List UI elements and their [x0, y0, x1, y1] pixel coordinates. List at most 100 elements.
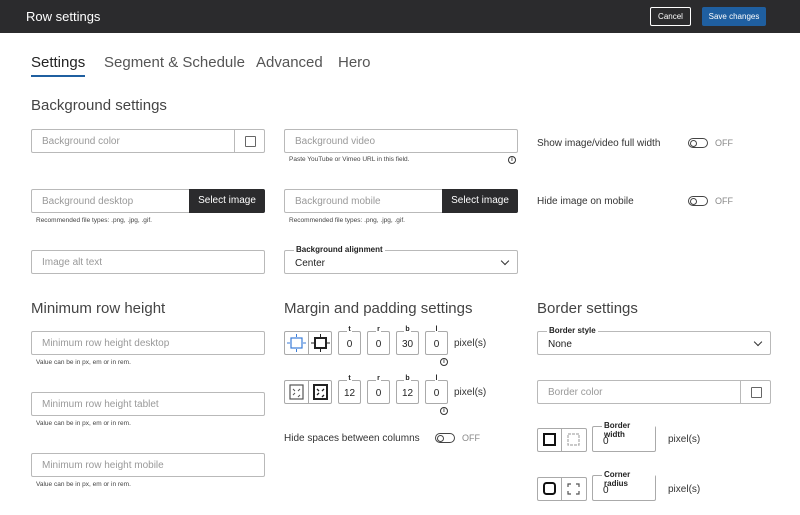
hide-mobile-toggle[interactable] — [688, 196, 708, 206]
hide-spaces-state: OFF — [462, 433, 480, 443]
select-image-mobile-button[interactable]: Select image — [442, 189, 518, 213]
margin-top-value: 0 — [346, 339, 353, 350]
padding-top-label: t — [347, 375, 352, 382]
padding-mode-toggle[interactable] — [284, 380, 332, 404]
background-video-help: Paste YouTube or Vimeo URL in this field… — [289, 156, 410, 163]
cancel-button[interactable]: Cancel — [650, 7, 691, 26]
border-settings-heading: Border settings — [537, 300, 638, 317]
margin-top-label: t — [347, 326, 352, 333]
min-height-tablet-field[interactable]: Minimum row height tablet — [31, 392, 265, 416]
select-image-desktop-button[interactable]: Select image — [189, 189, 265, 213]
min-height-tablet-placeholder: Minimum row height tablet — [42, 399, 159, 410]
background-mobile-help: Recommended file types: .png, .jpg, .gif… — [289, 217, 405, 224]
margin-unit: pixel(s) — [454, 338, 487, 349]
padding-left-value: 0 — [433, 388, 440, 399]
margin-right-input[interactable]: r0 — [367, 326, 390, 355]
full-width-label: Show image/video full width — [537, 138, 661, 149]
background-desktop-field[interactable]: Background desktop Select image — [31, 189, 265, 213]
min-height-mobile-field[interactable]: Minimum row height mobile — [31, 453, 265, 477]
background-mobile-field[interactable]: Background mobile Select image — [284, 189, 518, 213]
top-bar: Row settings Cancel Save changes — [0, 0, 800, 33]
margin-mode-toggle[interactable] — [284, 331, 332, 355]
background-video-field[interactable]: Background video — [284, 129, 518, 153]
min-height-mobile-placeholder: Minimum row height mobile — [42, 460, 164, 471]
corner-individual-icon[interactable] — [561, 478, 584, 500]
min-height-desktop-help: Value can be in px, em or in rem. — [36, 359, 131, 366]
border-style-select[interactable]: Border style None — [537, 326, 771, 355]
padding-bottom-input[interactable]: b 12 — [396, 375, 419, 404]
background-mobile-placeholder: Background mobile — [295, 196, 381, 207]
background-alignment-value: Center — [295, 258, 326, 269]
color-swatch-icon[interactable] — [740, 381, 770, 403]
border-width-input[interactable]: Border width 0 — [592, 421, 656, 452]
border-color-placeholder: Border color — [548, 387, 603, 398]
tab-hero[interactable]: Hero — [338, 54, 371, 71]
corner-radius-value: 0 — [603, 485, 609, 496]
corner-radius-label: Corner radius — [602, 470, 655, 488]
min-height-mobile-help: Value can be in px, em or in rem. — [36, 481, 131, 488]
background-desktop-help: Recommended file types: .png, .jpg, .gif… — [36, 217, 152, 224]
tab-advanced[interactable]: Advanced — [256, 54, 323, 71]
chevron-down-icon — [500, 256, 510, 266]
margin-outer-icon[interactable] — [285, 332, 308, 354]
info-icon[interactable]: i — [508, 156, 516, 164]
margin-bottom-label: b — [404, 326, 411, 333]
margin-left-input[interactable]: l0 — [425, 326, 448, 355]
tab-segment-schedule[interactable]: Segment & Schedule — [104, 54, 245, 71]
full-width-toggle[interactable] — [688, 138, 708, 148]
background-settings-heading: Background settings — [31, 97, 167, 114]
hide-mobile-state: OFF — [715, 196, 733, 206]
corner-radius-unit: pixel(s) — [668, 484, 701, 495]
margin-padding-heading: Margin and padding settings — [284, 300, 473, 317]
padding-unit: pixel(s) — [454, 387, 487, 398]
margin-right-label: r — [376, 326, 381, 333]
border-width-unit: pixel(s) — [668, 434, 701, 445]
padding-right-value: 0 — [375, 388, 382, 399]
margin-bottom-value: 30 — [401, 339, 414, 350]
tab-settings[interactable]: Settings — [31, 54, 85, 71]
border-all-icon[interactable] — [538, 429, 561, 451]
border-width-value: 0 — [603, 436, 609, 447]
dialog-title: Row settings — [26, 9, 101, 24]
padding-left-label: l — [434, 375, 439, 382]
image-alt-placeholder: Image alt text — [42, 257, 103, 268]
min-height-tablet-help: Value can be in px, em or in rem. — [36, 420, 131, 427]
info-icon[interactable]: i — [440, 407, 448, 415]
background-desktop-placeholder: Background desktop — [42, 196, 134, 207]
margin-left-label: l — [434, 326, 439, 333]
padding-top-value: 12 — [343, 388, 356, 399]
padding-right-input[interactable]: r0 — [367, 375, 390, 404]
corner-radius-mode-toggle[interactable] — [537, 477, 587, 501]
background-alignment-select[interactable]: Background alignment Center — [284, 245, 518, 274]
image-alt-field[interactable]: Image alt text — [31, 250, 265, 274]
border-color-field[interactable]: Border color — [537, 380, 771, 404]
corner-radius-input[interactable]: Corner radius 0 — [592, 470, 656, 501]
save-changes-button[interactable]: Save changes — [702, 7, 766, 26]
padding-left-input[interactable]: l0 — [425, 375, 448, 404]
corner-rounded-icon[interactable] — [538, 478, 561, 500]
padding-outer-icon[interactable] — [285, 381, 308, 403]
margin-inner-icon[interactable] — [308, 332, 331, 354]
hide-mobile-label: Hide image on mobile — [537, 196, 634, 207]
padding-inner-icon[interactable] — [308, 381, 331, 403]
min-height-desktop-field[interactable]: Minimum row height desktop — [31, 331, 265, 355]
margin-left-value: 0 — [433, 339, 440, 350]
margin-top-input[interactable]: t0 — [338, 326, 361, 355]
padding-top-input[interactable]: t 12 — [338, 375, 361, 404]
hide-spaces-label: Hide spaces between columns — [284, 433, 420, 444]
border-sides-icon[interactable] — [561, 429, 584, 451]
border-style-label: Border style — [547, 326, 598, 335]
color-swatch-icon[interactable] — [234, 130, 264, 152]
border-width-label: Border width — [602, 421, 655, 439]
margin-right-value: 0 — [375, 339, 382, 350]
border-width-mode-toggle[interactable] — [537, 428, 587, 452]
background-color-field[interactable]: Background color — [31, 129, 265, 153]
min-row-height-heading: Minimum row height — [31, 300, 166, 317]
full-width-state: OFF — [715, 138, 733, 148]
hide-spaces-toggle[interactable] — [435, 433, 455, 443]
chevron-down-icon — [753, 337, 763, 347]
padding-bottom-value: 12 — [401, 388, 414, 399]
active-tab-indicator — [31, 75, 85, 77]
info-icon[interactable]: i — [440, 358, 448, 366]
margin-bottom-input[interactable]: b 30 — [396, 326, 419, 355]
